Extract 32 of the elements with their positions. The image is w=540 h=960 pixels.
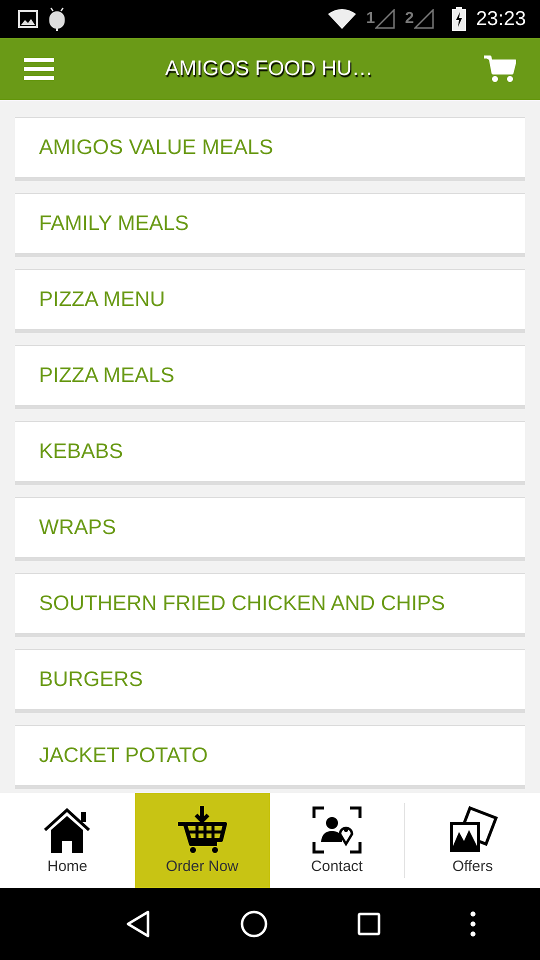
house-icon — [43, 806, 92, 854]
more-icon[interactable] — [470, 911, 476, 937]
category-item[interactable]: PIZZA MENU — [15, 269, 525, 333]
menu-button[interactable] — [24, 57, 54, 81]
signal-icon — [414, 9, 434, 29]
image-icon — [18, 10, 38, 28]
category-item[interactable]: SOUTHERN FRIED CHICKEN AND CHIPS — [15, 573, 525, 637]
category-item[interactable]: BURGERS — [15, 649, 525, 713]
cart-icon — [484, 55, 516, 83]
clock: 23:23 — [476, 8, 526, 30]
sim-label: 2 — [405, 10, 414, 28]
sim-label: 1 — [366, 10, 376, 28]
menu-icon — [24, 57, 54, 81]
contact-location-icon — [312, 806, 362, 854]
category-item[interactable]: WRAPS — [15, 497, 525, 561]
category-item[interactable]: AMIGOS VALUE MEALS — [15, 117, 525, 181]
category-item[interactable]: JACKET POTATO — [15, 725, 525, 789]
wifi-icon — [328, 9, 356, 29]
back-icon[interactable] — [124, 910, 150, 938]
cart-button[interactable] — [484, 55, 516, 83]
battery-charging-icon — [452, 7, 466, 31]
recents-icon[interactable] — [356, 912, 380, 936]
signal-icon — [375, 9, 396, 29]
home-circle-icon[interactable] — [240, 910, 268, 938]
category-item[interactable]: KEBABS — [15, 421, 525, 485]
category-item[interactable]: PIZZA MEALS — [15, 345, 525, 409]
photos-icon — [448, 806, 498, 854]
nav-tab[interactable]: Order Now — [134, 793, 270, 888]
cart-download-icon — [177, 806, 228, 854]
app-title: AMIGOS FOOD HU… — [165, 57, 373, 81]
android-icon — [48, 7, 66, 31]
category-item[interactable]: FAMILY MEALS — [15, 193, 525, 257]
